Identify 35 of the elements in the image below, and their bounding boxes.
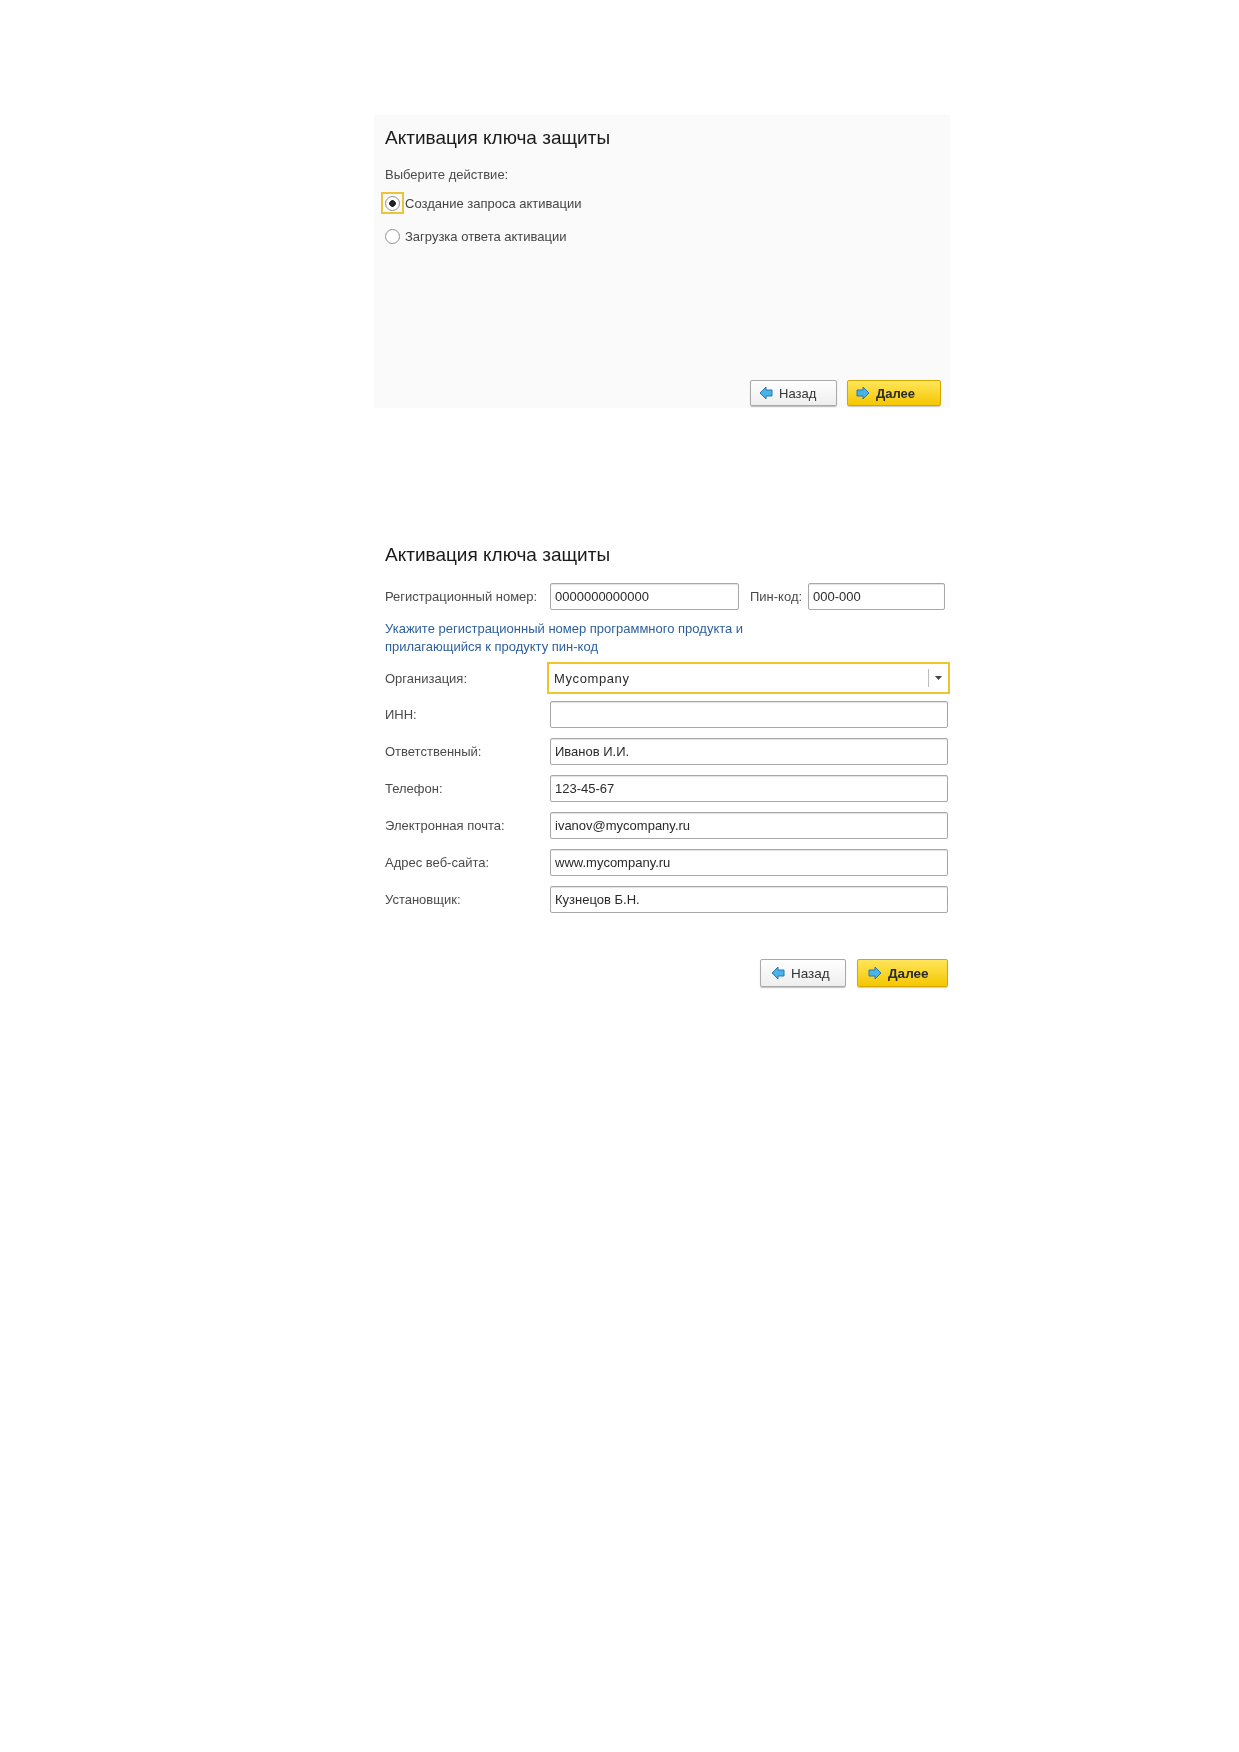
field-label: Организация: <box>385 670 469 686</box>
text-field[interactable]: Иванов И.И. <box>550 738 948 765</box>
field-label: Адрес веб-сайта: <box>385 855 491 870</box>
radio-option[interactable]: Создание запроса активации <box>381 192 582 214</box>
text-field[interactable] <box>550 701 948 728</box>
prompt-label: Выберите действие: <box>385 167 509 183</box>
field-label: Электронная почта: <box>385 818 506 833</box>
text-field[interactable]: www.mycompany.ru <box>550 849 948 876</box>
radio-icon[interactable] <box>385 228 400 244</box>
left-arrow-icon <box>771 966 785 980</box>
field-label: Регистрационный номер: <box>385 589 539 604</box>
text-field[interactable]: 123-45-67 <box>550 775 948 802</box>
field-label: Установщик: <box>385 892 462 907</box>
form-title: Активация ключа защиты <box>385 544 611 566</box>
field-label: Телефон: <box>385 781 444 796</box>
hint-text: Укажите регистрационный номер программного продукта и прилагающийся к продукту пин-код <box>385 620 745 656</box>
field-label: ИНН: <box>385 707 418 722</box>
text-field[interactable]: Кузнецов Б.Н. <box>550 886 948 913</box>
text-field[interactable]: 000-000 <box>808 583 946 610</box>
field-label: Пин-код: <box>750 589 803 604</box>
radio-icon[interactable] <box>385 195 400 211</box>
dropdown-field[interactable]: Mycompany <box>547 662 950 694</box>
next-button[interactable]: Далее <box>857 959 948 987</box>
field-label: Ответственный: <box>385 744 483 759</box>
text-field[interactable]: 0000000000000 <box>550 583 739 610</box>
back-button[interactable]: Назад <box>760 959 846 987</box>
radio-option[interactable]: Загрузка ответа активации <box>381 225 567 247</box>
back-button[interactable]: Назад <box>750 380 837 406</box>
right-arrow-icon <box>868 966 882 980</box>
left-arrow-icon <box>759 386 773 400</box>
right-arrow-icon <box>856 386 870 400</box>
caret-down-icon[interactable] <box>935 676 942 680</box>
text-field[interactable]: ivanov@mycompany.ru <box>550 812 948 839</box>
form-title: Активация ключа защиты <box>385 127 611 149</box>
next-button[interactable]: Далее <box>847 380 941 406</box>
